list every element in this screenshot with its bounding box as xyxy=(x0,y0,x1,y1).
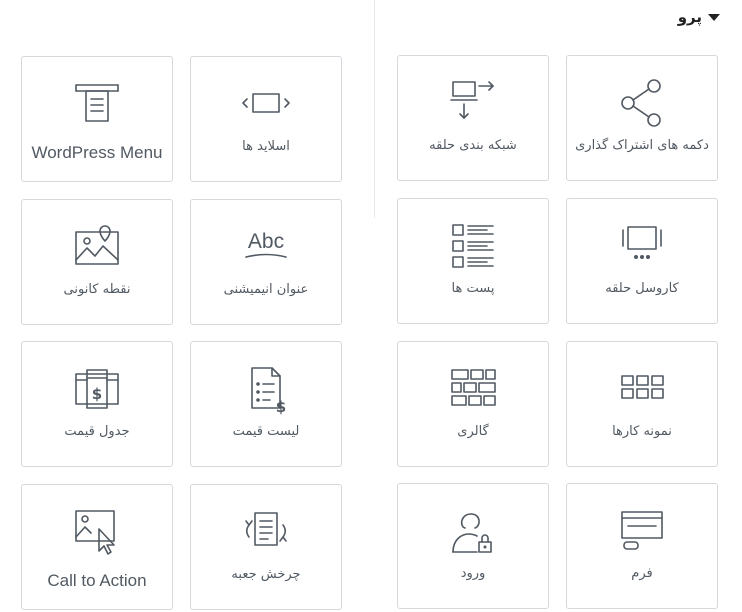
widget-label: شبکه بندی حلقه xyxy=(429,138,517,153)
widget-label: عنوان انیمیشنی xyxy=(223,282,309,297)
widget-wordpress-menu[interactable]: WordPress Menu xyxy=(21,56,173,182)
caret-down-icon xyxy=(708,13,720,21)
widget-hotspot[interactable]: نقطه کانونی xyxy=(21,199,173,325)
widget-label: جدول قیمت xyxy=(64,424,130,439)
widget-label: چرخش جعبه xyxy=(231,567,301,582)
widget-label: اسلاید ها xyxy=(242,139,290,154)
section-header-pro[interactable]: پرو xyxy=(678,8,720,26)
widget-label: نمونه کارها xyxy=(612,424,672,439)
widget-label: نقطه کانونی xyxy=(63,282,131,297)
dollar-text: $ xyxy=(276,398,286,416)
loop-carousel-icon xyxy=(616,221,668,273)
widget-posts[interactable]: پست ها xyxy=(397,198,549,324)
widget-label: فرم xyxy=(631,566,653,581)
widget-label: Call to Action xyxy=(47,571,147,590)
portfolio-icon xyxy=(616,364,668,416)
form-icon xyxy=(616,506,668,558)
widget-call-to-action[interactable]: Call to Action xyxy=(21,484,173,610)
widget-share-buttons[interactable]: دکمه های اشتراک گذاری xyxy=(566,55,718,181)
slides-icon xyxy=(240,79,292,131)
widget-label: گالری xyxy=(457,424,489,439)
animated-headline-icon: Abc xyxy=(240,222,292,274)
loop-grid-icon xyxy=(447,78,499,130)
posts-icon xyxy=(447,221,499,273)
widget-label: لیست قیمت xyxy=(232,424,300,439)
widget-price-table[interactable]: $ جدول قیمت xyxy=(21,341,173,467)
widget-price-list[interactable]: $ لیست قیمت xyxy=(190,341,342,467)
widget-login[interactable]: ورود xyxy=(397,483,549,609)
hotspot-icon xyxy=(71,222,123,274)
column-divider xyxy=(374,0,375,218)
price-list-icon: $ xyxy=(240,364,292,416)
widget-loop-grid[interactable]: شبکه بندی حلقه xyxy=(397,55,549,181)
widget-gallery[interactable]: گالری xyxy=(397,341,549,467)
wordpress-menu-icon xyxy=(71,79,123,131)
share-icon xyxy=(616,78,668,130)
dollar-text: $ xyxy=(92,385,102,403)
login-icon xyxy=(447,506,499,558)
widget-label: دکمه های اشتراک گذاری xyxy=(575,138,709,153)
flip-box-icon xyxy=(240,507,292,559)
widget-label: ورود xyxy=(460,566,486,581)
price-table-icon: $ xyxy=(71,364,123,416)
widget-label: کاروسل حلقه xyxy=(605,281,679,296)
call-to-action-icon xyxy=(71,507,123,559)
widget-slides[interactable]: اسلاید ها xyxy=(190,56,342,182)
section-title: پرو xyxy=(677,8,702,26)
widget-flip-box[interactable]: چرخش جعبه xyxy=(190,484,342,610)
abc-text: Abc xyxy=(248,230,284,253)
widget-portfolio[interactable]: نمونه کارها xyxy=(566,341,718,467)
widget-label: WordPress Menu xyxy=(31,143,163,162)
widget-loop-carousel[interactable]: کاروسل حلقه xyxy=(566,198,718,324)
widget-form[interactable]: فرم xyxy=(566,483,718,609)
gallery-icon xyxy=(447,364,499,416)
widget-animated-headline[interactable]: Abc عنوان انیمیشنی xyxy=(190,199,342,325)
widget-label: پست ها xyxy=(451,281,495,296)
